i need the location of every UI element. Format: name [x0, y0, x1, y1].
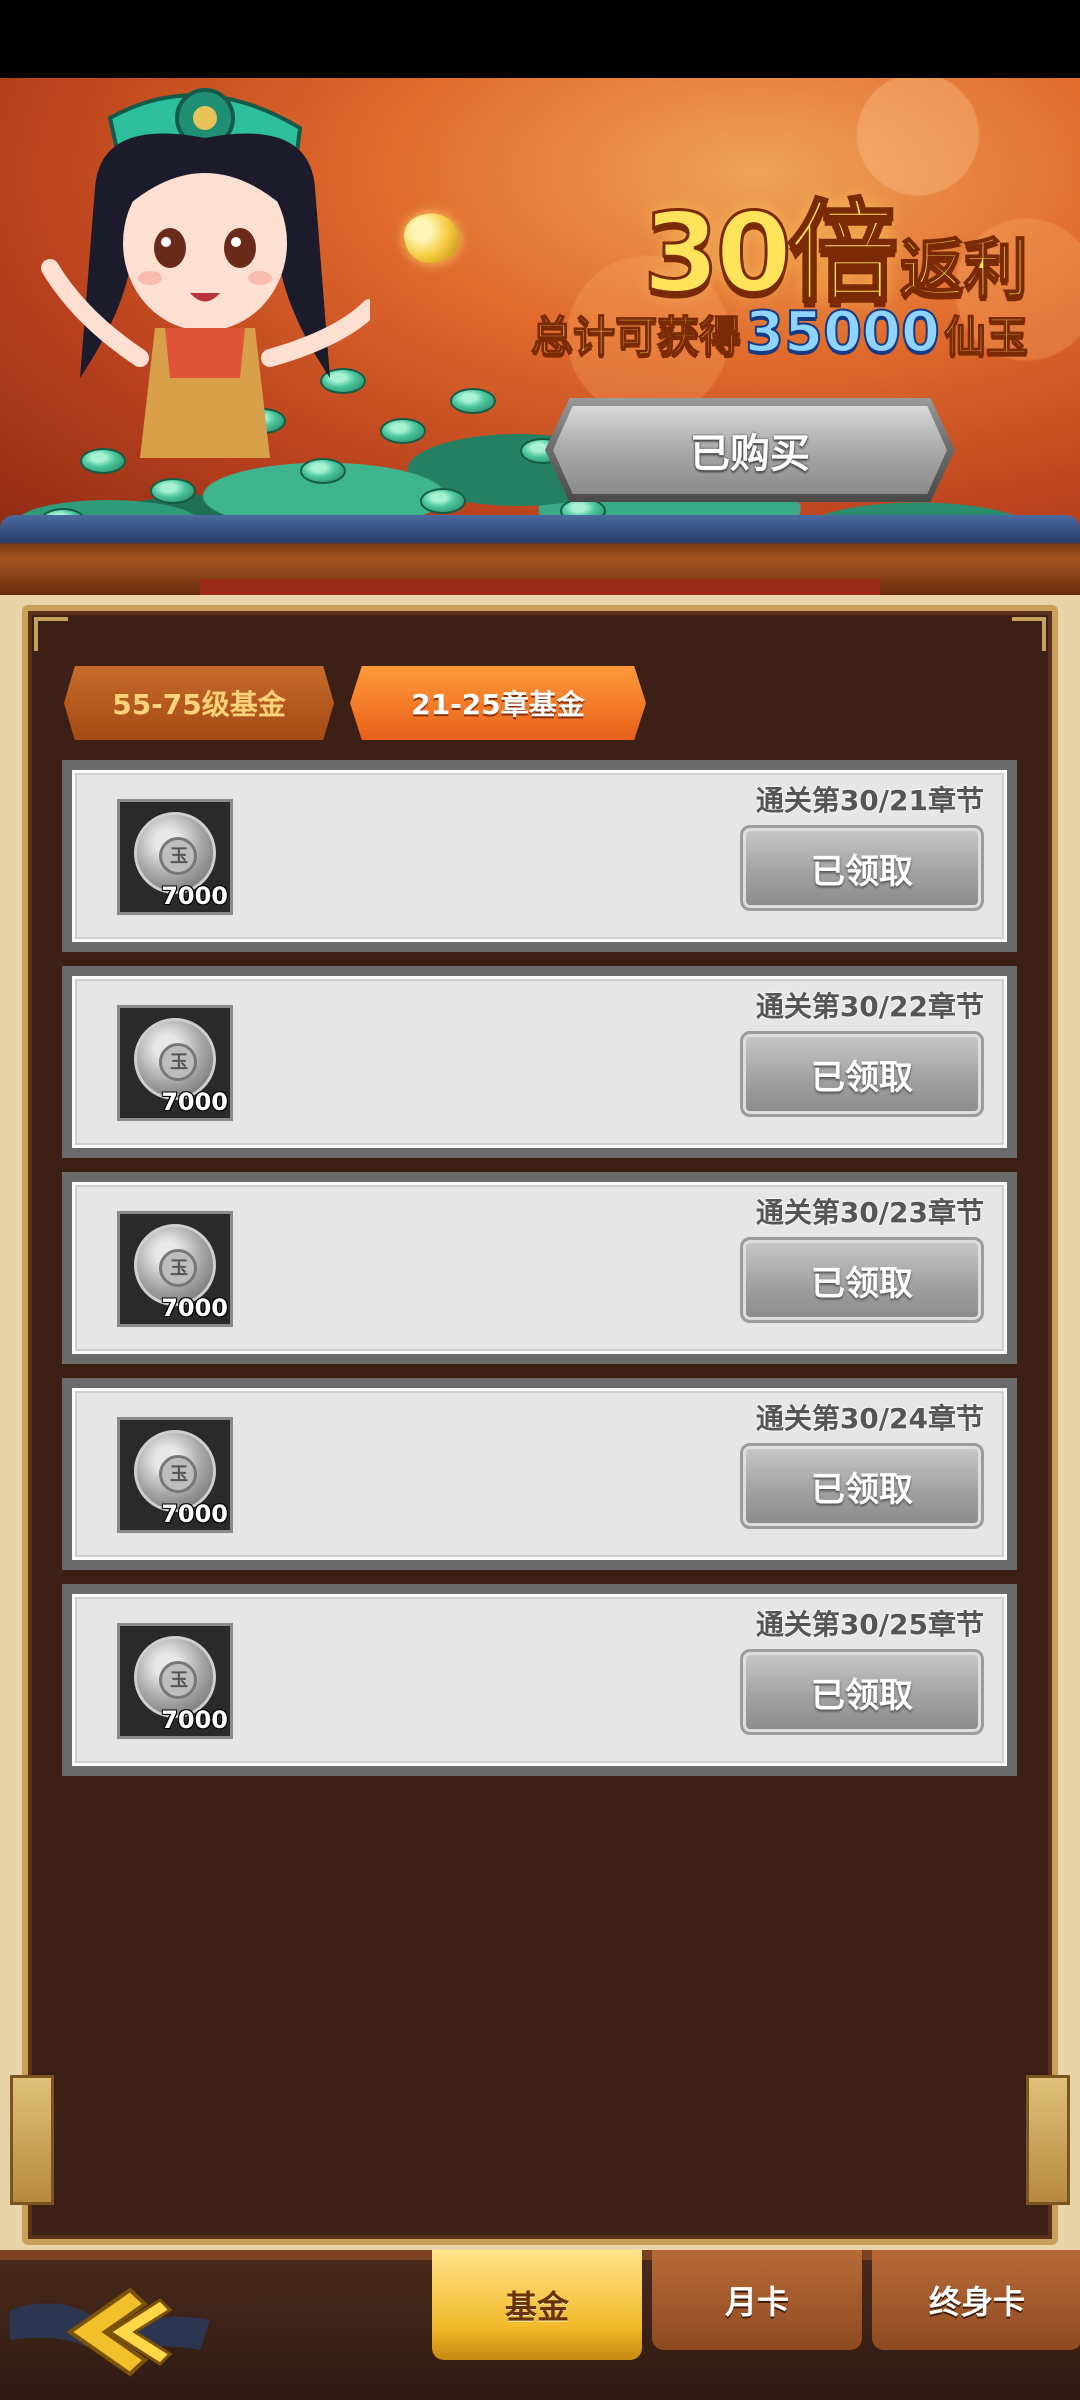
claimed-button[interactable]: 已领取 [740, 1031, 984, 1117]
coin-glyph: 玉 [170, 1052, 188, 1073]
item-count: 7000 [161, 1294, 228, 1322]
reward-item-slot[interactable]: 玉 7000 [117, 1211, 233, 1327]
promo-banner: 30倍 返利 总计可获得 35000 仙玉 已购买 [0, 78, 1080, 548]
reward-row: 玉 7000 通关第30/24章节 已领取 [62, 1378, 1017, 1570]
frame-top [0, 515, 1080, 595]
nav-tab-fund[interactable]: 基金 [432, 2250, 642, 2360]
total-amount: 35000 [744, 299, 941, 366]
claimed-button[interactable]: 已领取 [740, 825, 984, 911]
total-reward-line: 总计可获得 35000 仙玉 [530, 299, 1029, 366]
purchased-button[interactable]: 已购买 [545, 398, 955, 502]
reward-row: 玉 7000 通关第30/25章节 已领取 [62, 1584, 1017, 1776]
item-count: 7000 [161, 882, 228, 910]
nav-tab-lifetime-card[interactable]: 终身卡 [872, 2250, 1080, 2350]
nav-tab-monthly-card[interactable]: 月卡 [652, 2250, 862, 2350]
claimed-button[interactable]: 已领取 [740, 1649, 984, 1735]
reward-item-slot[interactable]: 玉 7000 [117, 799, 233, 915]
reward-item-slot[interactable]: 玉 7000 [117, 1417, 233, 1533]
item-count: 7000 [161, 1500, 228, 1528]
claimed-button[interactable]: 已领取 [740, 1237, 984, 1323]
requirement-text: 通关第30/25章节 [755, 1608, 984, 1641]
subline-prefix: 总计可获得 [530, 311, 742, 362]
tab-chapter-fund[interactable]: 21-25章基金 [350, 666, 646, 740]
character-illustration [41, 88, 370, 458]
reward-row: 玉 7000 通关第30/22章节 已领取 [62, 966, 1017, 1158]
left-pillar [10, 2075, 54, 2205]
headline: 30倍 返利 [641, 163, 1029, 319]
status-bar [0, 0, 1080, 78]
coin-glyph: 玉 [170, 846, 188, 867]
headline-text: 返利 [899, 232, 1029, 308]
reward-row: 玉 7000 通关第30/21章节 已领取 [62, 760, 1017, 952]
coin-glyph: 玉 [170, 1258, 188, 1279]
requirement-text: 通关第30/24章节 [755, 1402, 984, 1435]
back-arrow-icon[interactable] [10, 2270, 240, 2390]
requirement-text: 通关第30/21章节 [755, 784, 984, 817]
item-count: 7000 [161, 1088, 228, 1116]
item-count: 7000 [161, 1706, 228, 1734]
subline-suffix: 仙玉 [943, 311, 1029, 362]
right-pillar [1026, 2075, 1070, 2205]
requirement-text: 通关第30/23章节 [755, 1196, 984, 1229]
purchased-label: 已购买 [690, 431, 810, 477]
reward-item-slot[interactable]: 玉 7000 [117, 1005, 233, 1121]
reward-row: 玉 7000 通关第30/23章节 已领取 [62, 1172, 1017, 1364]
coin-glyph: 玉 [170, 1464, 188, 1485]
coin-glyph: 玉 [170, 1670, 188, 1691]
reward-item-slot[interactable]: 玉 7000 [117, 1623, 233, 1739]
tab-level-fund[interactable]: 55-75级基金 [64, 666, 334, 740]
claimed-button[interactable]: 已领取 [740, 1443, 984, 1529]
headline-number: 30倍 [641, 188, 899, 319]
requirement-text: 通关第30/22章节 [755, 990, 984, 1023]
